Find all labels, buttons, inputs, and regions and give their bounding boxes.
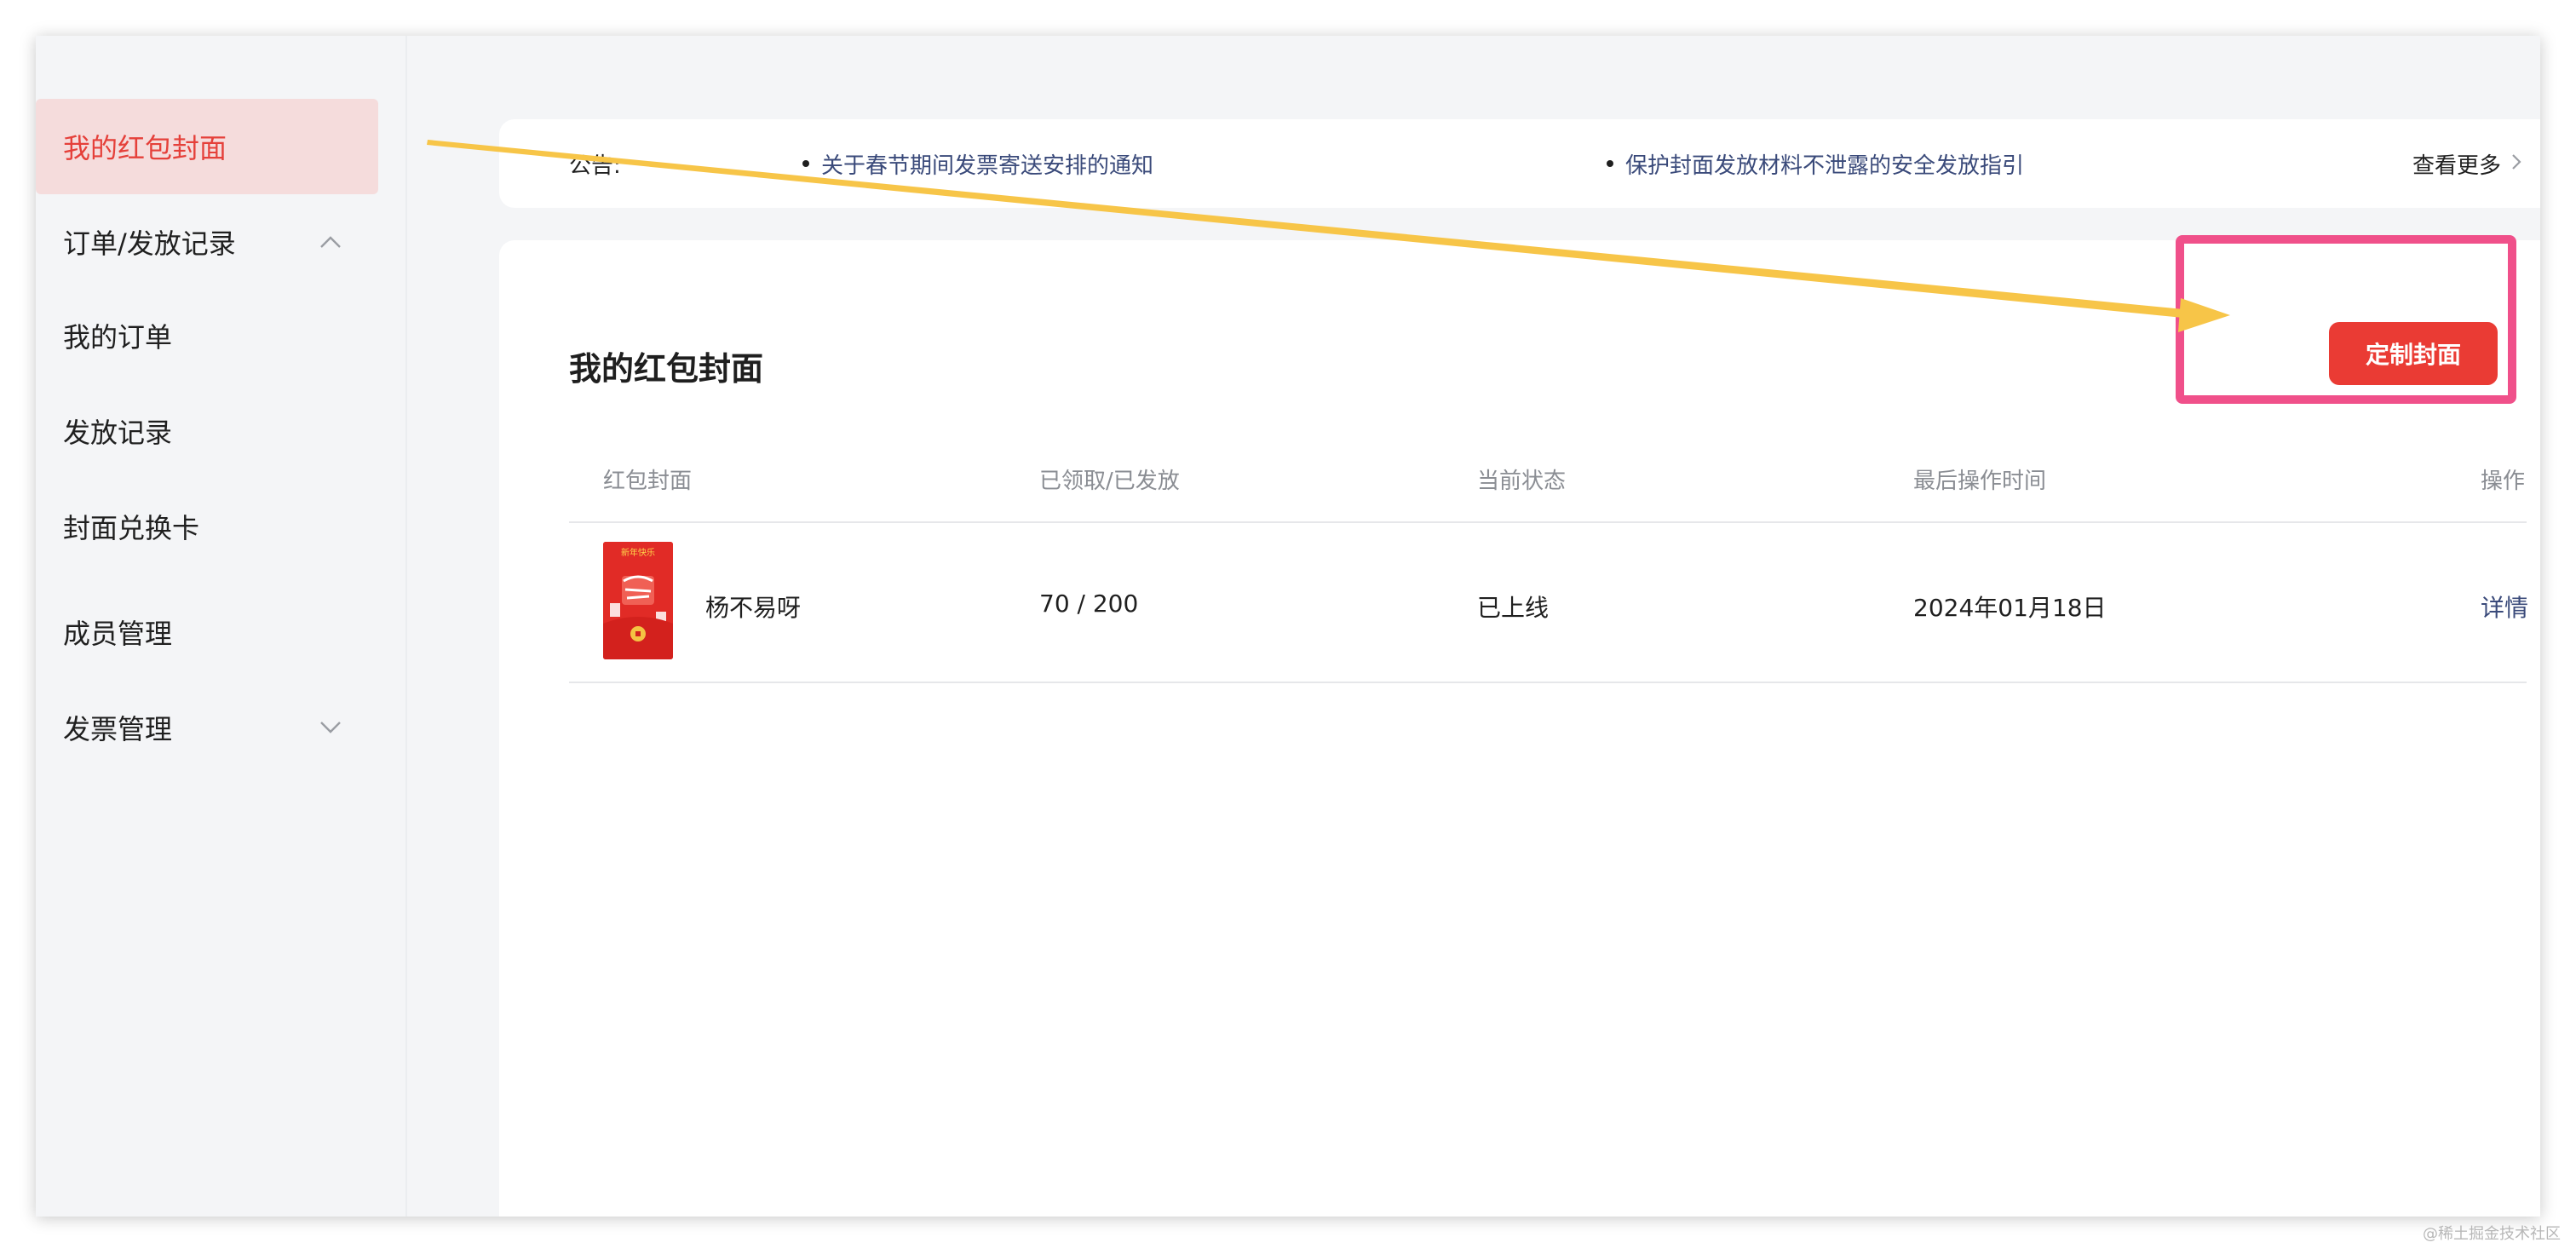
sidebar-item-my-covers[interactable]: 我的红包封面 — [36, 99, 378, 194]
sidebar-item-my-orders[interactable]: 我的订单 — [36, 288, 378, 383]
column-header-cover: 红包封面 — [603, 469, 693, 494]
sidebar-item-redeem-cards[interactable]: 封面兑换卡 — [36, 479, 378, 574]
chevron-right-icon — [2511, 151, 2521, 176]
cover-thumbnail: 新年快乐 — [603, 542, 673, 659]
watermark: @稀土掘金技术社区 — [2423, 1225, 2561, 1243]
highlight-annotation-box — [2176, 235, 2516, 404]
table-header-divider — [569, 521, 2527, 523]
notice-label: 公告: — [569, 152, 621, 179]
sidebar: 我的红包封面 订单/发放记录 我的订单 发放记录 封面兑换卡 成员管理 发票管理 — [36, 36, 407, 1217]
cover-name: 杨不易呀 — [705, 594, 802, 622]
notice-link-2[interactable]: 保护封面发放材料不泄露的安全发放指引 — [1607, 148, 2024, 180]
last-operation-time: 2024年01月18日 — [1913, 594, 2107, 622]
notice-link-text: 保护封面发放材料不泄露的安全发放指引 — [1625, 152, 2025, 179]
thumb-caption: 新年快乐 — [621, 547, 655, 558]
sidebar-item-label: 我的订单 — [63, 321, 173, 354]
page-title: 我的红包封面 — [569, 350, 764, 388]
chevron-up-icon — [319, 230, 342, 254]
sidebar-item-issue-records[interactable]: 发放记录 — [36, 383, 378, 479]
sidebar-item-orders-records[interactable]: 订单/发放记录 — [36, 194, 378, 290]
chevron-down-icon — [319, 716, 342, 739]
sidebar-item-invoices[interactable]: 发票管理 — [36, 680, 378, 775]
view-more-link[interactable]: 查看更多 — [2412, 148, 2521, 180]
table-row-divider — [569, 682, 2527, 683]
sidebar-item-label: 订单/发放记录 — [63, 227, 236, 260]
notice-link-1[interactable]: 关于春节期间发票寄送安排的通知 — [802, 148, 1153, 180]
notice-link-text: 关于春节期间发票寄送安排的通知 — [821, 152, 1154, 179]
column-header-status: 当前状态 — [1477, 469, 1567, 494]
bullet-icon — [802, 160, 809, 167]
view-more-label: 查看更多 — [2412, 152, 2501, 179]
column-header-last-time: 最后操作时间 — [1913, 469, 2047, 494]
sidebar-item-label: 封面兑换卡 — [63, 512, 200, 544]
bullet-icon — [1607, 160, 1613, 167]
app-window: 我的红包封面 订单/发放记录 我的订单 发放记录 封面兑换卡 成员管理 发票管理… — [36, 36, 2540, 1217]
column-header-claimed: 已领取/已发放 — [1039, 469, 1180, 494]
sidebar-item-label: 发票管理 — [63, 713, 173, 745]
sidebar-item-label: 我的红包封面 — [63, 132, 227, 164]
claimed-count: 70 / 200 — [1039, 590, 1139, 618]
sidebar-item-label: 成员管理 — [63, 618, 173, 650]
notice-bar: 公告: 关于春节期间发票寄送安排的通知 保护封面发放材料不泄露的安全发放指引 查… — [499, 119, 2540, 208]
sidebar-item-label: 发放记录 — [63, 417, 173, 449]
sidebar-item-members[interactable]: 成员管理 — [36, 584, 378, 680]
detail-link[interactable]: 详情 — [2481, 590, 2528, 624]
status-text: 已上线 — [1477, 594, 1550, 622]
column-header-action: 操作 — [2481, 469, 2526, 494]
